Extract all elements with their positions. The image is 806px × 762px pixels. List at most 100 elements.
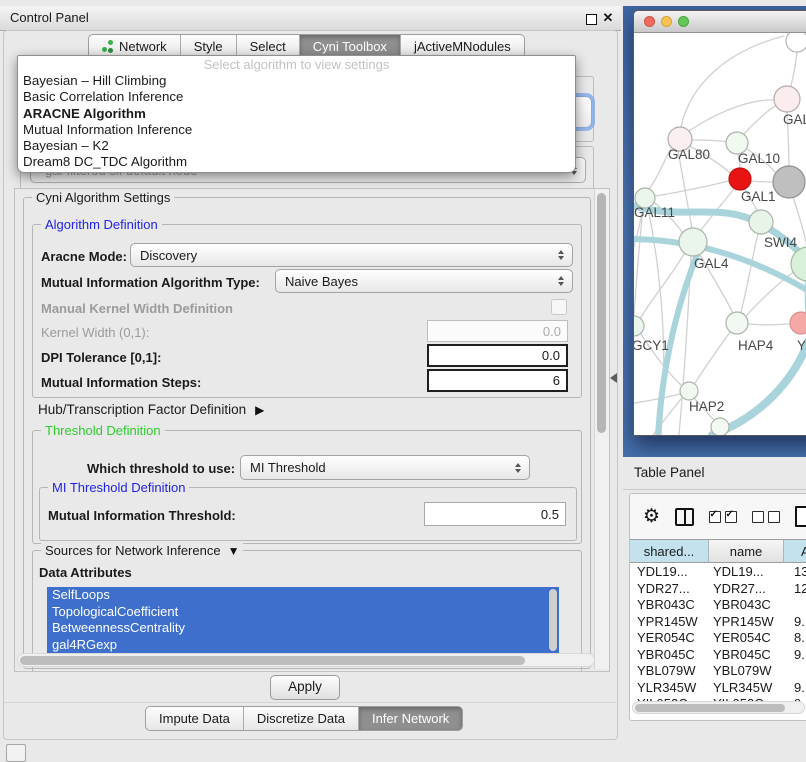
minimize-traffic-light-icon[interactable] (661, 16, 672, 27)
network-node[interactable] (786, 33, 806, 52)
which-threshold-combo[interactable]: MI Threshold (240, 455, 530, 480)
network-node-gal4[interactable] (679, 228, 707, 256)
network-edge[interactable] (791, 52, 797, 86)
table-hscrollbar-track[interactable] (632, 701, 805, 714)
table-cell: YDR27... (709, 581, 784, 598)
hub-transcription-factor-section[interactable]: Hub/Transcription Factor Definition (38, 402, 264, 417)
table-cell (784, 663, 806, 680)
dpi-tolerance-field[interactable]: 0.0 (427, 344, 568, 367)
table-cell: YER054C (709, 630, 784, 647)
tab-label: Impute Data (159, 707, 230, 730)
dpi-tolerance-label: DPI Tolerance [0,1]: (41, 350, 161, 365)
settings-hscrollbar-track[interactable] (17, 653, 595, 667)
table-row[interactable]: YDL19...YDL19...13 (630, 564, 806, 581)
network-edge[interactable] (634, 394, 680, 403)
column-header-name[interactable]: name (709, 539, 784, 563)
network-node[interactable] (791, 247, 806, 281)
network-window-titlebar[interactable] (634, 11, 806, 33)
algorithm-option-basic-correlation-inference[interactable]: Basic Correlation Inference (18, 89, 575, 105)
network-node[interactable] (711, 418, 729, 435)
mi-steps-field[interactable]: 6 (427, 369, 568, 392)
network-edge[interactable] (751, 181, 773, 182)
attribute-item-betweennesscentrality[interactable]: BetweennessCentrality (47, 620, 559, 637)
settings-vscrollbar-thumb[interactable] (597, 193, 606, 433)
cyni-algorithm-settings-group: Cyni Algorithm Settings Algorithm Defini… (23, 197, 591, 669)
table-row[interactable]: YBR045CYBR045C9. (630, 647, 806, 664)
tab-infer-network[interactable]: Infer Network (359, 707, 462, 730)
manual-kernel-width-checkbox[interactable] (551, 299, 567, 315)
algorithm-option-dream8-dc-tdc-algorithm[interactable]: Dream8 DC_TDC Algorithm (18, 154, 575, 170)
attribute-item-topologicalcoefficient[interactable]: TopologicalCoefficient (47, 604, 559, 621)
splitter-collapse-icon[interactable] (610, 373, 617, 383)
table-row[interactable]: YBL079WYBL079W (630, 663, 806, 680)
network-node-gal[interactable] (774, 86, 800, 112)
table-row[interactable]: YER054CYER054C8. (630, 630, 806, 647)
tab-impute-data[interactable]: Impute Data (146, 707, 244, 730)
close-traffic-light-icon[interactable] (644, 16, 655, 27)
combo-stepper-icon (558, 276, 564, 286)
network-node-label: GAL80 (668, 147, 710, 162)
network-edge[interactable] (655, 181, 729, 196)
network-node-hap2[interactable] (680, 382, 698, 400)
minimized-panel-icon[interactable] (6, 744, 26, 762)
combo-stepper-icon (515, 463, 521, 473)
network-node-hap4[interactable] (726, 312, 748, 334)
sources-title[interactable]: Sources for Network Inference (41, 543, 243, 559)
attributes-scrollbar[interactable] (549, 589, 557, 651)
zoom-traffic-light-icon[interactable] (678, 16, 689, 27)
checkbox-glyph (752, 511, 764, 523)
float-window-icon[interactable] (586, 14, 597, 25)
network-edge[interactable] (634, 208, 643, 316)
which-threshold-value: MI Threshold (250, 460, 326, 475)
attribute-item-selfloops[interactable]: SelfLoops (47, 587, 559, 604)
network-edge[interactable] (741, 234, 758, 312)
algorithm-definition-group: Algorithm Definition Aracne Mode: Discov… (32, 224, 582, 398)
checkbox-glyph (768, 511, 780, 523)
network-node-gal1[interactable] (729, 168, 751, 190)
table-hscrollbar-thumb[interactable] (635, 704, 785, 712)
close-icon[interactable] (601, 9, 615, 27)
network-edge[interactable] (695, 332, 730, 383)
table-cell: 9. (784, 647, 806, 664)
table-row[interactable]: YLR345WYLR345W9. (630, 680, 806, 697)
table-cell: 9. (784, 614, 806, 631)
gear-icon[interactable]: ⚙ (643, 507, 660, 527)
table-cell: 9. (784, 680, 806, 697)
mi-threshold-field[interactable]: 0.5 (424, 502, 566, 526)
algorithm-option-bayesian-k2[interactable]: Bayesian – K2 (18, 138, 575, 154)
table-row[interactable]: YDR27...YDR27...12 (630, 581, 806, 598)
network-node-gcy1[interactable] (634, 316, 644, 336)
mi-algorithm-type-combo[interactable]: Naive Bayes (275, 269, 573, 293)
network-edge[interactable] (692, 140, 727, 142)
tab-discretize-data[interactable]: Discretize Data (244, 707, 359, 730)
unselect-attributes-icon[interactable] (752, 511, 780, 523)
attribute-item-gal4rgexp[interactable]: gal4RGexp (47, 637, 559, 654)
mi-threshold-label: Mutual Information Threshold: (48, 508, 236, 523)
settings-vscrollbar-track[interactable] (594, 189, 609, 669)
apply-button[interactable]: Apply (270, 675, 340, 700)
split-view-icon[interactable] (675, 508, 693, 526)
network-node[interactable] (773, 166, 805, 198)
network-node-swi4[interactable] (749, 210, 773, 234)
control-panel-titlebar: Control Panel (0, 6, 621, 31)
aracne-mode-combo[interactable]: Discovery (130, 243, 573, 267)
network-node-y[interactable] (790, 312, 806, 334)
network-edge[interactable] (681, 36, 784, 127)
table-cell: YLR345W (709, 680, 784, 697)
network-edge[interactable] (744, 105, 777, 134)
algorithm-option-bayesian-hill-climbing[interactable]: Bayesian – Hill Climbing (18, 73, 575, 89)
select-attributes-icon[interactable] (709, 511, 737, 523)
new-table-icon[interactable] (795, 506, 806, 527)
network-node-label: GAL11 (634, 205, 675, 220)
network-node-label: GAL10 (738, 151, 780, 166)
table-cell: YER054C (630, 630, 709, 647)
kernel-width-field[interactable]: 0.0 (427, 320, 568, 342)
network-canvas[interactable]: GALGAL80GAL10GAL1GAL11SWI4GAL4GCY1HAP4YH… (634, 33, 806, 435)
column-header-third[interactable]: A (784, 539, 806, 563)
column-header-shared-name[interactable]: shared... (630, 539, 709, 563)
algorithm-option-mutual-information-inference[interactable]: Mutual Information Inference (18, 122, 575, 138)
table-row[interactable]: YBR043CYBR043C (630, 597, 806, 614)
algorithm-option-aracne-algorithm[interactable]: ARACNE Algorithm (18, 106, 575, 122)
settings-hscrollbar-thumb[interactable] (20, 656, 525, 665)
table-row[interactable]: YPR145WYPR145W9. (630, 614, 806, 631)
